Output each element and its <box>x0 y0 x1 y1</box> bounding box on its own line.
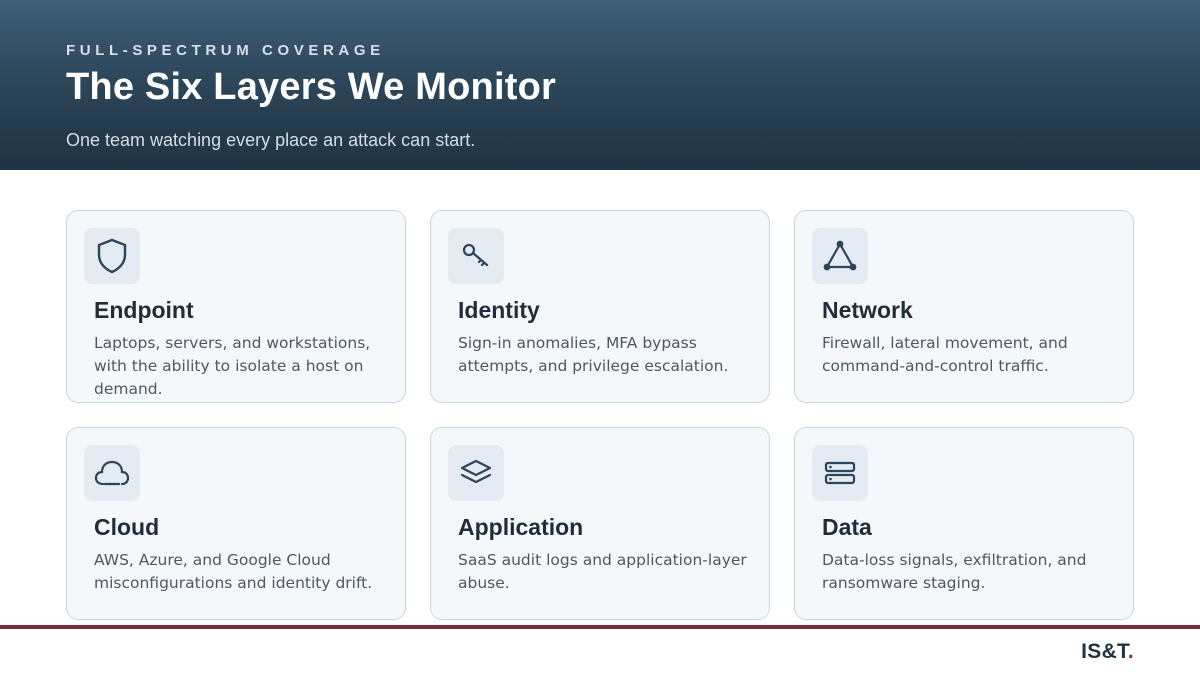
page-subtitle: One team watching every place an attack … <box>66 130 476 150</box>
card-network: Network Firewall, lateral movement, and … <box>794 210 1134 403</box>
card-cloud: Cloud AWS, Azure, and Google Cloud misco… <box>66 427 406 620</box>
page-title: The Six Layers We Monitor <box>66 66 556 108</box>
network-nodes-icon <box>812 228 868 284</box>
card-application: Application SaaS audit logs and applicat… <box>430 427 770 620</box>
cloud-icon <box>84 445 140 501</box>
layers-grid: Endpoint Laptops, servers, and workstati… <box>66 210 1134 620</box>
card-title: Endpoint <box>94 297 194 323</box>
card-title: Application <box>458 514 584 540</box>
server-icon <box>812 445 868 501</box>
card-description: Data-loss signals, exfiltration, and ran… <box>822 551 1087 592</box>
card-description: SaaS audit logs and application-layer ab… <box>458 551 747 592</box>
company-logo: IS&T. <box>1081 640 1134 664</box>
shield-icon <box>84 228 140 284</box>
header-banner: FULL-SPECTRUM COVERAGE The Six Layers We… <box>0 0 1200 170</box>
eyebrow-label: FULL-SPECTRUM COVERAGE <box>66 42 385 59</box>
card-description: Firewall, lateral movement, and command-… <box>822 334 1068 375</box>
card-title: Cloud <box>94 514 160 540</box>
card-title: Data <box>822 514 872 540</box>
card-identity: Identity Sign-in anomalies, MFA bypass a… <box>430 210 770 403</box>
key-icon <box>448 228 504 284</box>
footer-accent-rule <box>0 625 1200 629</box>
card-description: Laptops, servers, and workstations, with… <box>94 334 371 398</box>
card-data: Data Data-loss signals, exfiltration, an… <box>794 427 1134 620</box>
card-description: Sign-in anomalies, MFA bypass attempts, … <box>458 334 729 375</box>
layers-icon <box>448 445 504 501</box>
card-title: Network <box>822 297 913 323</box>
logo-dot: . <box>1127 640 1134 663</box>
card-title: Identity <box>458 297 540 323</box>
card-description: AWS, Azure, and Google Cloud misconfigur… <box>94 551 373 592</box>
logo-text: IS&T <box>1081 640 1128 663</box>
card-endpoint: Endpoint Laptops, servers, and workstati… <box>66 210 406 403</box>
